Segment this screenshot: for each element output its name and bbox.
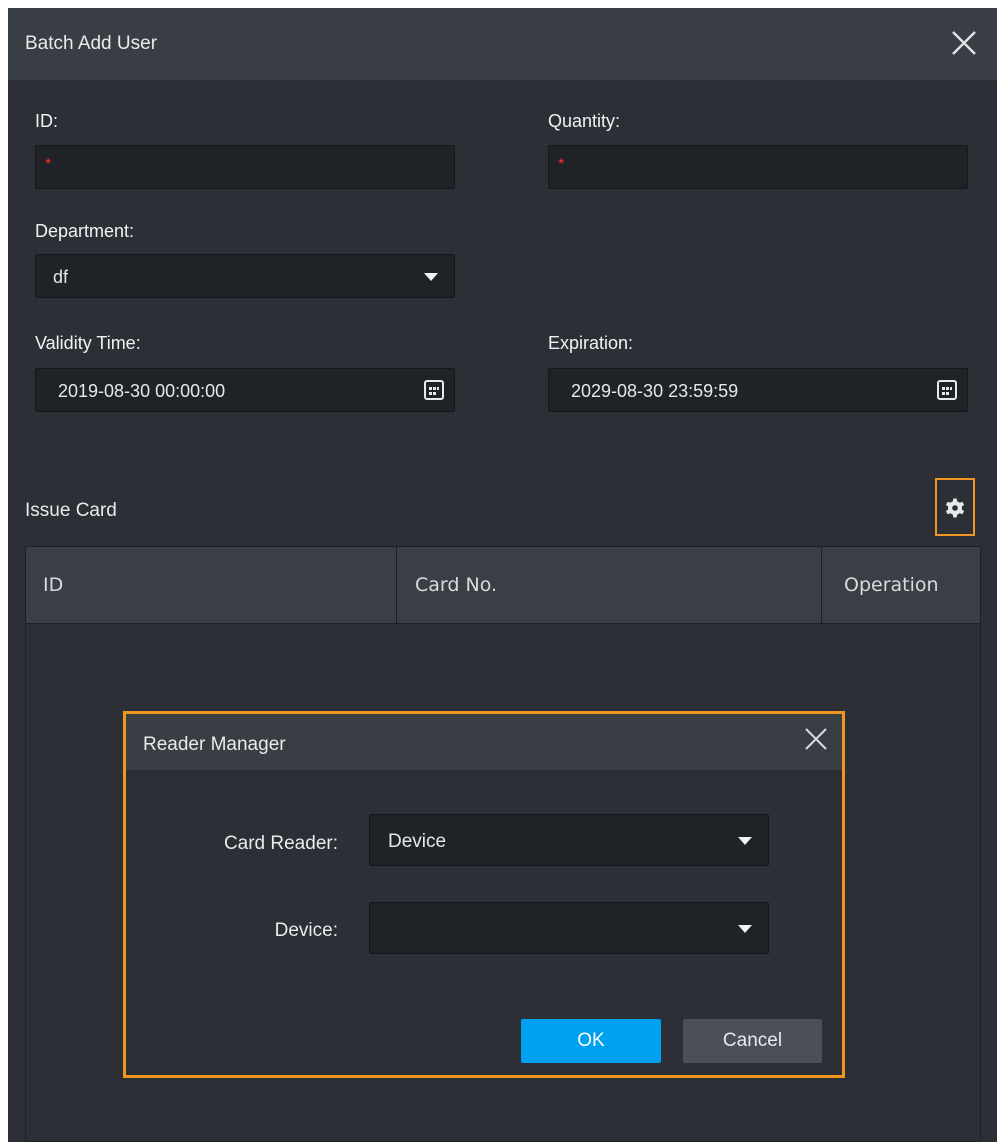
column-header-operation[interactable]: Operation: [844, 547, 939, 623]
card-reader-settings-button[interactable]: [935, 478, 975, 536]
required-marker: *: [45, 156, 52, 173]
device-select[interactable]: [369, 902, 769, 954]
ok-button[interactable]: OK: [521, 1019, 661, 1063]
expiration-label: Expiration:: [548, 333, 634, 353]
quantity-input[interactable]: [567, 146, 955, 188]
close-icon[interactable]: [804, 727, 828, 751]
chevron-down-icon: [738, 837, 752, 845]
batch-add-user-dialog: Batch Add User ID: * Quantity: * Departm…: [8, 8, 997, 1142]
id-input[interactable]: [54, 146, 442, 188]
department-value: df: [53, 267, 69, 287]
dialog-titlebar: Batch Add User: [8, 8, 997, 82]
column-divider: [396, 547, 397, 623]
chevron-down-icon: [424, 273, 438, 281]
card-reader-value: Device: [388, 831, 447, 852]
validity-time-label: Validity Time:: [35, 333, 141, 353]
required-marker: *: [558, 156, 565, 173]
quantity-field[interactable]: *: [548, 145, 968, 189]
issue-card-title: Issue Card: [25, 500, 117, 521]
table-header: ID Card No. Operation: [26, 547, 980, 624]
close-icon[interactable]: [951, 30, 977, 56]
chevron-down-icon: [738, 925, 752, 933]
validity-time-value: 2019-08-30 00:00:00: [58, 381, 226, 401]
department-label: Department:: [35, 221, 135, 241]
department-select[interactable]: df: [35, 254, 455, 298]
card-reader-label: Card Reader:: [223, 833, 338, 854]
card-reader-select[interactable]: Device: [369, 814, 769, 866]
validity-time-field[interactable]: 2019-08-30 00:00:00: [35, 368, 455, 412]
gear-icon: [946, 498, 964, 518]
expiration-value: 2029-08-30 23:59:59: [571, 381, 739, 401]
reader-manager-dialog: Reader Manager Card Reader: Device Devic…: [123, 711, 845, 1078]
reader-manager-title: Reader Manager: [143, 734, 286, 755]
cancel-button[interactable]: Cancel: [683, 1019, 822, 1063]
device-label: Device:: [274, 920, 338, 941]
id-label: ID:: [35, 111, 59, 131]
id-field[interactable]: *: [35, 145, 455, 189]
dialog-title: Batch Add User: [25, 33, 158, 54]
column-header-id[interactable]: ID: [43, 547, 63, 623]
column-header-card-no[interactable]: Card No.: [415, 547, 497, 623]
quantity-label: Quantity:: [548, 111, 621, 131]
column-divider: [821, 547, 822, 623]
calendar-icon[interactable]: [937, 380, 957, 400]
expiration-field[interactable]: 2029-08-30 23:59:59: [548, 368, 968, 412]
reader-manager-header: Reader Manager: [126, 714, 842, 770]
calendar-icon[interactable]: [424, 380, 444, 400]
